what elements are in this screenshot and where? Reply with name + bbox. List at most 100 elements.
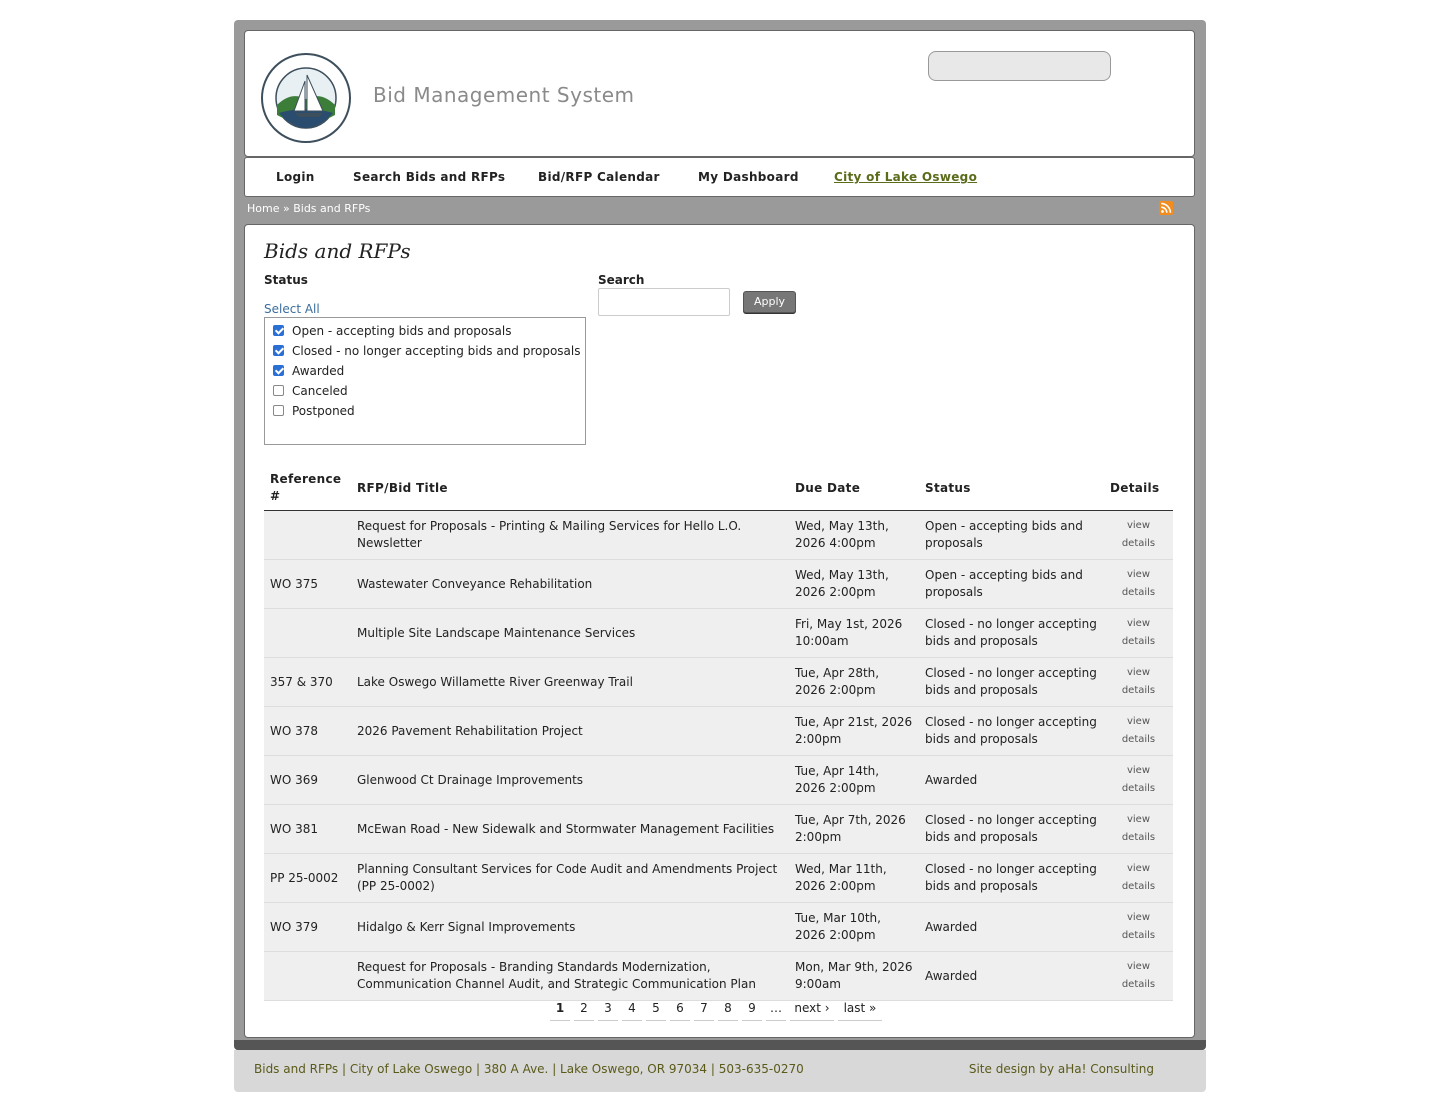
status-option-canceled[interactable]: Canceled (273, 384, 348, 398)
table-row: Request for Proposals - Printing & Maili… (264, 510, 1173, 560)
nav-dashboard[interactable]: My Dashboard (698, 170, 799, 184)
main-nav: Login Search Bids and RFPs Bid/RFP Calen… (244, 157, 1195, 197)
cell-due-date: Wed, Mar 11th, 2026 2:00pm (789, 853, 919, 903)
apply-button[interactable]: Apply (743, 291, 796, 313)
pager-item[interactable]: 6 (670, 1001, 690, 1021)
nav-search-bids[interactable]: Search Bids and RFPs (353, 170, 505, 184)
status-filter-box: Open - accepting bids and proposals Clos… (264, 317, 586, 445)
cell-status: Open - accepting bids and proposals (919, 559, 1104, 609)
cell-title: Request for Proposals - Branding Standar… (351, 951, 789, 1001)
cell-title: Glenwood Ct Drainage Improvements (351, 755, 789, 805)
checkbox-unchecked-icon[interactable] (273, 404, 284, 416)
search-input[interactable] (598, 288, 730, 316)
col-header-due-date[interactable]: Due Date (789, 465, 919, 511)
cell-details-link[interactable]: view details (1104, 951, 1173, 1001)
table-row: WO 378 2026 Pavement Rehabilitation Proje… (264, 706, 1173, 756)
pager-item[interactable]: 8 (718, 1001, 738, 1021)
cell-title: Lake Oswego Willamette River Greenway Tr… (351, 657, 789, 707)
cell-details-link[interactable]: view details (1104, 853, 1173, 903)
pager-item[interactable]: 9 (742, 1001, 762, 1021)
cell-details-link[interactable]: view details (1104, 755, 1173, 805)
cell-details-link[interactable]: view details (1104, 902, 1173, 952)
status-option-open[interactable]: Open - accepting bids and proposals (273, 324, 511, 338)
table-row: WO 379 Hidalgo & Kerr Signal Improvements… (264, 902, 1173, 952)
cell-reference: WO 378 (264, 706, 351, 756)
cell-reference: PP 25-0002 (264, 853, 351, 903)
cell-title: Planning Consultant Services for Code Au… (351, 853, 789, 903)
table-row: Request for Proposals - Branding Standar… (264, 951, 1173, 1001)
site-search-input[interactable] (928, 51, 1111, 81)
cell-due-date: Tue, Apr 7th, 2026 2:00pm (789, 804, 919, 854)
checkbox-unchecked-icon[interactable] (273, 384, 284, 396)
cell-details-link[interactable]: view details (1104, 706, 1173, 756)
checkbox-checked-icon[interactable] (273, 364, 284, 376)
cell-title: Multiple Site Landscape Maintenance Serv… (351, 608, 789, 658)
pagination: 1 2 3 4 5 6 7 8 9… next › last » (550, 1001, 886, 1021)
cell-due-date: Mon, Mar 9th, 2026 9:00am (789, 951, 919, 1001)
cell-status: Closed - no longer accepting bids and pr… (919, 853, 1104, 903)
cell-due-date: Tue, Apr 14th, 2026 2:00pm (789, 755, 919, 805)
checkbox-checked-icon[interactable] (273, 324, 284, 336)
col-header-title[interactable]: RFP/Bid Title (351, 465, 789, 511)
cell-due-date: Tue, Mar 10th, 2026 2:00pm (789, 902, 919, 952)
cell-details-link[interactable]: view details (1104, 559, 1173, 609)
cell-details-link[interactable]: view details (1104, 510, 1173, 560)
cell-status: Closed - no longer accepting bids and pr… (919, 657, 1104, 707)
pager-item[interactable]: 1 (550, 1001, 570, 1021)
cell-reference: 357 & 370 (264, 657, 351, 707)
nav-city-link[interactable]: City of Lake Oswego (834, 170, 977, 184)
cell-status: Closed - no longer accepting bids and pr… (919, 706, 1104, 756)
table-row: 357 & 370 Lake Oswego Willamette River Gr… (264, 657, 1173, 707)
pager-item[interactable]: 4 (622, 1001, 642, 1021)
table-header-row: Reference # RFP/Bid Title Due Date Statu… (264, 465, 1173, 511)
status-option-postponed[interactable]: Postponed (273, 404, 355, 418)
table-row: Multiple Site Landscape Maintenance Serv… (264, 608, 1173, 658)
site-footer: Bids and RFPs | City of Lake Oswego | 38… (234, 1050, 1206, 1092)
cell-details-link[interactable]: view details (1104, 608, 1173, 658)
site-title: Bid Management System (373, 83, 635, 107)
cell-status: Awarded (919, 902, 1104, 952)
footer-credit[interactable]: Site design by aHa! Consulting (969, 1062, 1154, 1076)
col-header-reference[interactable]: Reference # (264, 465, 351, 511)
cell-status: Open - accepting bids and proposals (919, 510, 1104, 560)
pager-item[interactable]: 2 (574, 1001, 594, 1021)
breadcrumb-sep: » (282, 202, 290, 215)
pager-item[interactable]: last » (838, 1001, 882, 1021)
col-header-status[interactable]: Status (919, 465, 1104, 511)
status-filter-label: Status (264, 273, 308, 287)
pager-item[interactable]: next › (790, 1001, 834, 1021)
select-all-link[interactable]: Select All (264, 302, 320, 316)
pager-item[interactable]: 3 (598, 1001, 618, 1021)
breadcrumb-home[interactable]: Home (247, 202, 279, 215)
cell-title: Wastewater Conveyance Rehabilitation (351, 559, 789, 609)
checkbox-checked-icon[interactable] (273, 344, 284, 356)
breadcrumb: Home » Bids and RFPs (247, 202, 370, 215)
cell-reference: WO 381 (264, 804, 351, 854)
cell-details-link[interactable]: view details (1104, 804, 1173, 854)
breadcrumb-current: Bids and RFPs (293, 202, 371, 215)
cell-reference: WO 375 (264, 559, 351, 609)
nav-login[interactable]: Login (276, 170, 315, 184)
table-row: WO 369 Glenwood Ct Drainage Improvements T… (264, 755, 1173, 805)
cell-details-link[interactable]: view details (1104, 657, 1173, 707)
cell-title: McEwan Road - New Sidewalk and Stormwate… (351, 804, 789, 854)
pager-item[interactable]: 5 (646, 1001, 666, 1021)
col-header-details: Details (1104, 465, 1173, 511)
pager-item: … (766, 1001, 786, 1021)
cell-title: Hidalgo & Kerr Signal Improvements (351, 902, 789, 952)
search-label: Search (598, 273, 645, 287)
cell-due-date: Tue, Apr 21st, 2026 2:00pm (789, 706, 919, 756)
status-option-closed[interactable]: Closed - no longer accepting bids and pr… (273, 344, 581, 358)
cell-reference: WO 379 (264, 902, 351, 952)
cell-status: Closed - no longer accepting bids and pr… (919, 608, 1104, 658)
pager-item[interactable]: 7 (694, 1001, 714, 1021)
cell-due-date: Fri, May 1st, 2026 10:00am (789, 608, 919, 658)
city-seal-logo[interactable] (261, 53, 351, 143)
cell-reference: WO 369 (264, 755, 351, 805)
table-row: WO 381 McEwan Road - New Sidewalk and Sto… (264, 804, 1173, 854)
cell-reference (264, 608, 351, 658)
nav-calendar[interactable]: Bid/RFP Calendar (538, 170, 660, 184)
rss-icon[interactable] (1159, 201, 1173, 215)
cell-status: Closed - no longer accepting bids and pr… (919, 804, 1104, 854)
status-option-awarded[interactable]: Awarded (273, 364, 344, 378)
